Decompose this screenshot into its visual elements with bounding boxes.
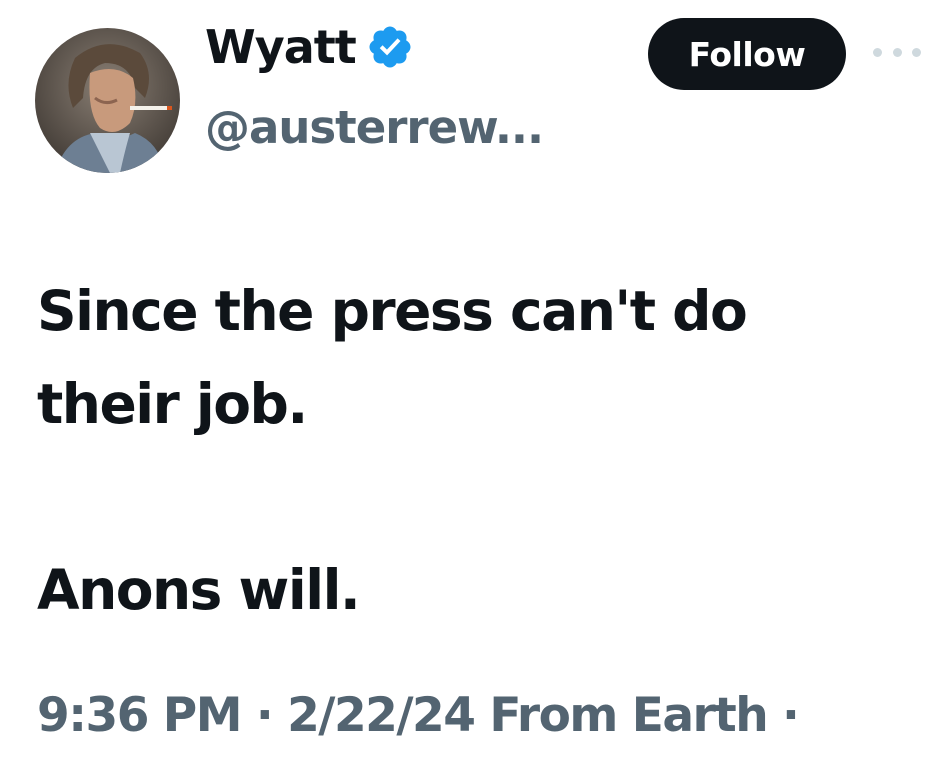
tweet-paragraph: Anons will. [37, 558, 361, 622]
user-handle[interactable]: @austerrew... [205, 103, 544, 153]
tweet-text: Since the press can't do their job. Anon… [37, 265, 897, 637]
tweet-location: From Earth [489, 688, 768, 743]
avatar-photo [35, 28, 180, 173]
tweet-meta: 9:36 PM · 2/22/24 From Earth · [37, 688, 800, 743]
avatar[interactable] [35, 28, 180, 173]
tweet-date[interactable]: 2/22/24 [287, 688, 476, 743]
more-dot [912, 47, 921, 57]
author-name-row[interactable]: Wyatt [205, 22, 414, 73]
meta-separator: · [782, 688, 800, 743]
meta-separator: · [255, 688, 274, 743]
tweet-time[interactable]: 9:36 PM [37, 688, 242, 743]
verified-badge-icon[interactable] [366, 23, 414, 71]
display-name[interactable]: Wyatt [205, 22, 357, 73]
more-horizontal-icon[interactable] [873, 40, 921, 64]
tweet-paragraph: Since the press can't do their job. [37, 279, 748, 436]
more-dot [892, 47, 902, 57]
more-dot [873, 47, 882, 57]
follow-button[interactable]: Follow [648, 18, 846, 90]
